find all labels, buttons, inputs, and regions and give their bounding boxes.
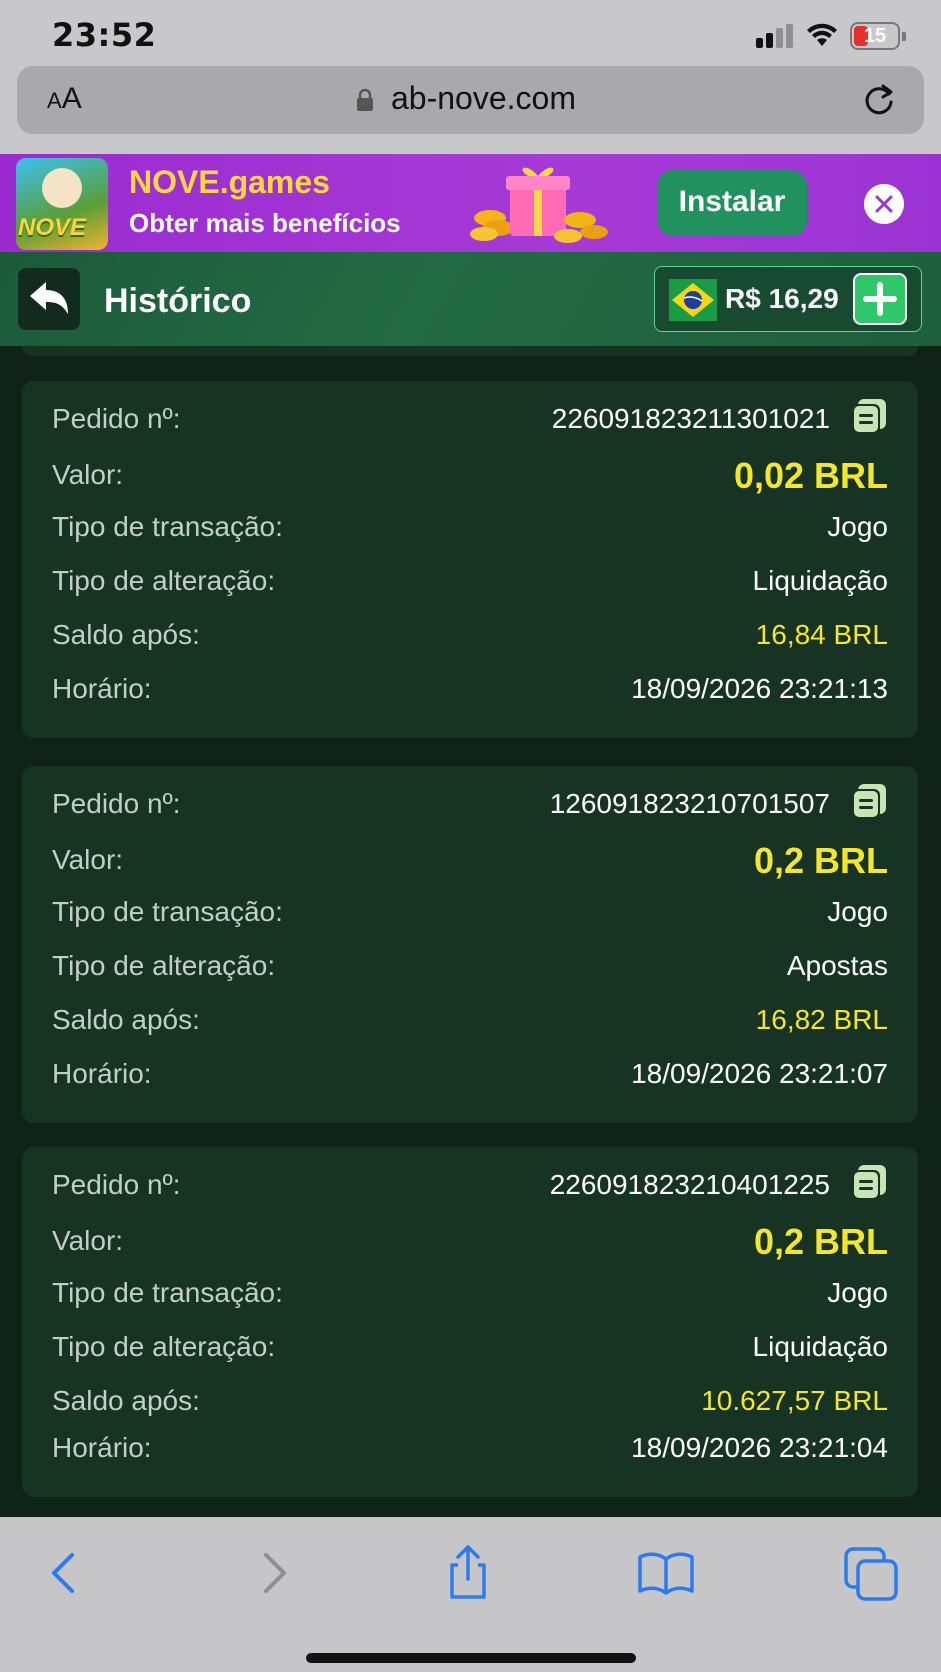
field-label: Pedido nº: [52,1169,181,1200]
field-row-transaction-type: Tipo de transação: Jogo [52,896,888,936]
field-label: Valor: [52,1225,124,1256]
field-label: Tipo de alteração: [52,950,276,981]
deposit-button[interactable] [853,273,907,325]
balance-after-value: 16,82 BRL [755,1004,888,1035]
back-button[interactable] [18,268,80,330]
field-row-change-type: Tipo de alteração: Apostas [52,950,888,990]
history-card: Pedido nº: 126091823210701507 Valor: 0,2 BR… [22,766,918,1123]
forward-icon[interactable] [244,1543,304,1603]
text-size-button[interactable]: AA [47,82,82,116]
field-row-time: Horário: 18/09/2026 23:21:13 [52,673,888,713]
field-label: Horário: [52,1432,152,1463]
banner-subtitle: Obter mais benefícios [129,208,401,238]
cellular-signal-icon [756,24,796,48]
history-card: Pedido nº: 226091823211301021 Valor: 0,02 B… [22,381,918,738]
field-row-transaction-type: Tipo de transação: Jogo [52,1277,888,1317]
lock-icon [357,88,373,111]
field-label: Tipo de alteração: [52,565,276,596]
time-value: 18/09/2026 23:21:07 [631,1058,888,1089]
banner-title: NOVE.games [129,164,330,200]
balance-amount: R$ 16,29 [725,283,839,314]
install-banner: NOVE NOVE.games Obter mais benefícios In… [0,154,941,252]
close-icon[interactable] [864,184,904,224]
tabs-icon[interactable] [842,1543,902,1603]
url-text[interactable]: ab-nove.com [391,80,576,117]
order-value: 226091823211301021 [551,403,830,434]
field-label: Valor: [52,459,124,490]
field-row-balance-after: Saldo após: 16,82 BRL [52,1004,888,1044]
field-label: Tipo de transação: [52,896,283,927]
field-row-balance-after: Saldo após: 16,84 BRL [52,619,888,659]
browser-address-area: AA ab-nove.com [0,66,941,154]
transaction-type-value: Jogo [827,896,888,927]
wifi-icon [807,23,837,46]
gift-coins-icon [470,167,608,243]
field-row-change-type: Tipo de alteração: Liquidação [52,565,888,605]
change-type-value: Liquidação [752,565,888,596]
amount-value: 0,2 BRL [753,840,888,881]
field-row-balance-after: Saldo após: 10.627,57 BRL [52,1385,888,1425]
order-value: 226091823210401225 [549,1169,830,1200]
field-label: Saldo após: [52,619,200,650]
field-row-time: Horário: 18/09/2026 23:21:07 [52,1058,888,1098]
field-row-amount: Valor: 0,02 BRL [52,455,888,499]
page-header: Histórico R$ 16,29 [0,252,941,346]
field-row-time: Horário: 18/09/2026 23:21:04 [52,1432,888,1472]
transaction-type-value: Jogo [827,511,888,542]
share-icon[interactable] [438,1543,498,1603]
battery-icon: 15 [850,22,906,50]
field-label: Tipo de alteração: [52,1331,276,1362]
back-arrow-icon [30,282,68,314]
status-time: 23:52 [52,16,157,54]
change-type-value: Liquidação [752,1331,888,1362]
address-bar[interactable]: AA ab-nove.com [17,66,924,134]
browser-toolbar [0,1517,941,1672]
field-row-order: Pedido nº: 226091823211301021 [52,399,888,443]
nove-games-logo: NOVE [16,158,108,250]
field-row-transaction-type: Tipo de transação: Jogo [52,511,888,551]
field-label: Pedido nº: [52,788,181,819]
battery-level: 15 [863,25,887,47]
install-button[interactable]: Instalar [657,170,807,236]
brazil-flag-icon [669,279,717,321]
field-label: Horário: [52,673,152,704]
plus-icon [863,282,897,316]
bookmarks-icon[interactable] [636,1543,696,1603]
history-card: Pedido nº: 226091823210401225 Valor: 0,2 BR… [22,1147,918,1497]
field-row-order: Pedido nº: 126091823210701507 [52,784,888,828]
change-type-value: Apostas [786,950,888,981]
order-value: 126091823210701507 [549,788,830,819]
page-title: Histórico [104,282,252,320]
field-row-order: Pedido nº: 226091823210401225 [52,1165,888,1209]
reload-icon[interactable] [861,82,897,118]
time-value: 18/09/2026 23:21:04 [631,1432,888,1463]
field-row-amount: Valor: 0,2 BRL [52,1221,888,1265]
copy-icon[interactable] [850,397,888,435]
balance-after-value: 16,84 BRL [755,619,888,650]
balance-after-value: 10.627,57 BRL [701,1385,888,1416]
back-icon[interactable] [34,1543,94,1603]
field-label: Tipo de transação: [52,511,283,542]
time-value: 18/09/2026 23:21:13 [631,673,888,704]
field-label: Tipo de transação: [52,1277,283,1308]
status-bar: 23:52 15 [0,0,941,66]
amount-value: 0,02 BRL [733,455,888,496]
field-row-change-type: Tipo de alteração: Liquidação [52,1331,888,1371]
amount-value: 0,2 BRL [753,1221,888,1262]
field-label: Horário: [52,1058,152,1089]
field-row-amount: Valor: 0,2 BRL [52,840,888,884]
copy-icon[interactable] [850,782,888,820]
field-label: Valor: [52,844,124,875]
previous-card-edge [22,346,918,356]
home-indicator [306,1653,636,1663]
transaction-type-value: Jogo [827,1277,888,1308]
field-label: Saldo após: [52,1385,200,1416]
balance-widget: R$ 16,29 [654,266,922,332]
field-label: Pedido nº: [52,403,181,434]
field-label: Saldo após: [52,1004,200,1035]
copy-icon[interactable] [850,1163,888,1201]
